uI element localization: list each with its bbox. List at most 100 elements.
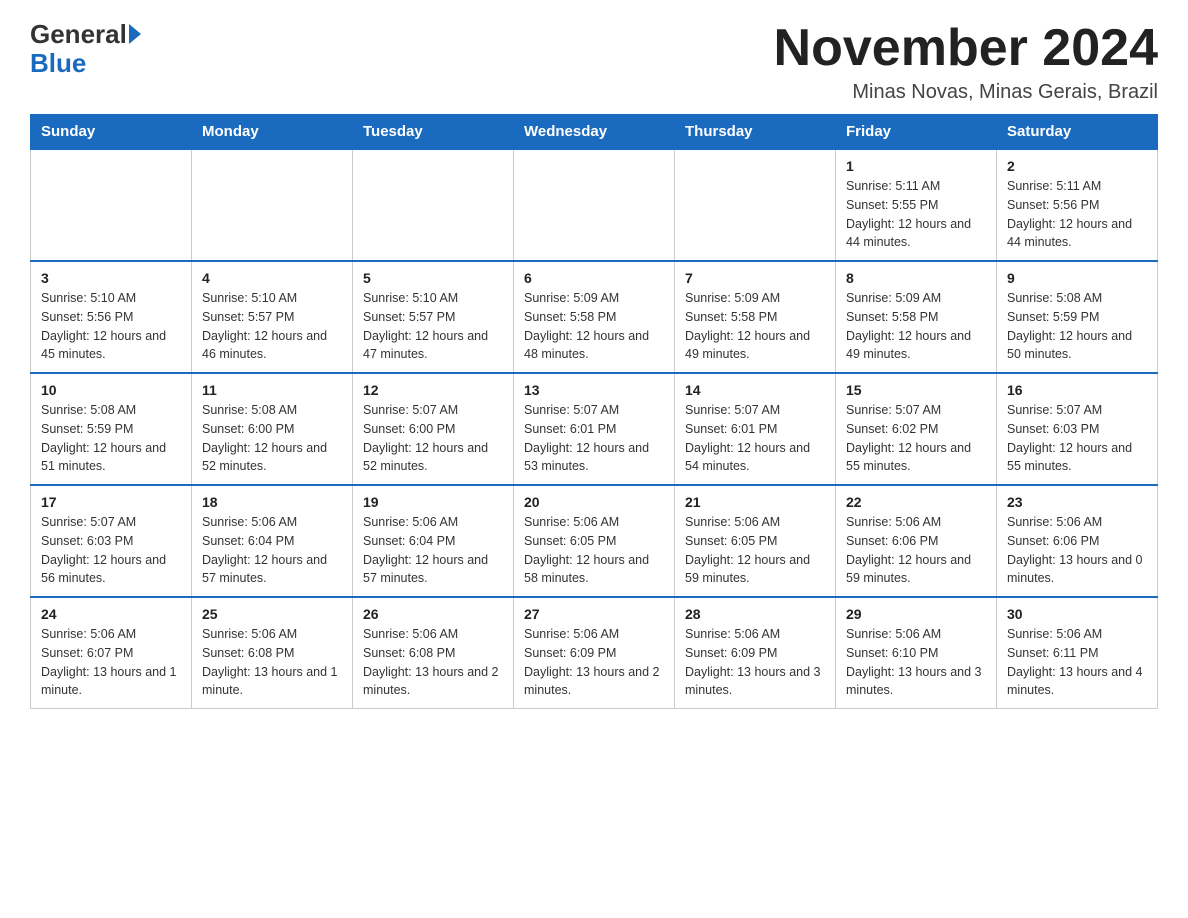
table-row: 24Sunrise: 5:06 AMSunset: 6:07 PMDayligh… [31, 597, 192, 709]
logo-blue: Blue [30, 48, 86, 78]
day-info: Sunrise: 5:11 AMSunset: 5:55 PMDaylight:… [846, 177, 986, 252]
table-row: 1Sunrise: 5:11 AMSunset: 5:55 PMDaylight… [836, 149, 997, 261]
day-number: 16 [1007, 382, 1147, 398]
table-row: 8 Sunrise: 5:09 AMSunset: 5:58 PMDaylight… [836, 261, 997, 373]
day-info: Sunrise: 5:10 AMSunset: 5:57 PMDaylight:… [202, 289, 342, 364]
calendar-week-row: 17 Sunrise: 5:07 AMSunset: 6:03 PMDayligh… [31, 485, 1158, 597]
day-info: Sunrise: 5:08 AMSunset: 5:59 PMDaylight:… [41, 401, 181, 476]
day-info: Sunrise: 5:10 AMSunset: 5:57 PMDaylight:… [363, 289, 503, 364]
table-row: 14 Sunrise: 5:07 AMSunset: 6:01 PMDayligh… [675, 373, 836, 485]
day-number: 15 [846, 382, 986, 398]
day-info: Sunrise: 5:07 AMSunset: 6:02 PMDaylight:… [846, 401, 986, 476]
table-row: 20Sunrise: 5:06 AMSunset: 6:05 PMDayligh… [514, 485, 675, 597]
day-info: Sunrise: 5:07 AMSunset: 6:00 PMDaylight:… [363, 401, 503, 476]
header-tuesday: Tuesday [353, 115, 514, 150]
day-number: 8 [846, 270, 986, 286]
table-row [192, 149, 353, 261]
table-row: 21 Sunrise: 5:06 AMSunset: 6:05 PMDayligh… [675, 485, 836, 597]
day-number: 4 [202, 270, 342, 286]
day-number: 29 [846, 606, 986, 622]
calendar-table: Sunday Monday Tuesday Wednesday Thursday… [30, 114, 1158, 709]
day-number: 11 [202, 382, 342, 398]
logo-text: General Blue [30, 20, 141, 77]
day-info: Sunrise: 5:10 AMSunset: 5:56 PMDaylight:… [41, 289, 181, 364]
title-area: November 2024 Minas Novas, Minas Gerais,… [774, 20, 1158, 104]
day-info: Sunrise: 5:06 AMSunset: 6:08 PMDaylight:… [202, 625, 342, 700]
day-number: 13 [524, 382, 664, 398]
day-info: Sunrise: 5:07 AMSunset: 6:03 PMDaylight:… [41, 513, 181, 588]
header-friday: Friday [836, 115, 997, 150]
table-row: 15 Sunrise: 5:07 AMSunset: 6:02 PMDayligh… [836, 373, 997, 485]
day-number: 6 [524, 270, 664, 286]
day-number: 9 [1007, 270, 1147, 286]
table-row: 6 Sunrise: 5:09 AMSunset: 5:58 PMDaylight… [514, 261, 675, 373]
day-number: 23 [1007, 494, 1147, 510]
day-number: 25 [202, 606, 342, 622]
table-row: 30 Sunrise: 5:06 AMSunset: 6:11 PMDayligh… [997, 597, 1158, 709]
table-row: 23 Sunrise: 5:06 AMSunset: 6:06 PMDayligh… [997, 485, 1158, 597]
day-info: Sunrise: 5:06 AMSunset: 6:04 PMDaylight:… [202, 513, 342, 588]
day-number: 12 [363, 382, 503, 398]
table-row: 3 Sunrise: 5:10 AMSunset: 5:56 PMDaylight… [31, 261, 192, 373]
table-row [675, 149, 836, 261]
logo-general: General [30, 19, 127, 49]
table-row: 17 Sunrise: 5:07 AMSunset: 6:03 PMDayligh… [31, 485, 192, 597]
weekday-header-row: Sunday Monday Tuesday Wednesday Thursday… [31, 115, 1158, 150]
table-row [353, 149, 514, 261]
page-subtitle: Minas Novas, Minas Gerais, Brazil [774, 81, 1158, 104]
day-number: 14 [685, 382, 825, 398]
header-saturday: Saturday [997, 115, 1158, 150]
day-info: Sunrise: 5:09 AMSunset: 5:58 PMDaylight:… [846, 289, 986, 364]
day-info: Sunrise: 5:06 AMSunset: 6:09 PMDaylight:… [685, 625, 825, 700]
table-row [31, 149, 192, 261]
table-row: 27 Sunrise: 5:06 AMSunset: 6:09 PMDayligh… [514, 597, 675, 709]
table-row: 22Sunrise: 5:06 AMSunset: 6:06 PMDayligh… [836, 485, 997, 597]
header-monday: Monday [192, 115, 353, 150]
table-row: 25 Sunrise: 5:06 AMSunset: 6:08 PMDayligh… [192, 597, 353, 709]
day-number: 17 [41, 494, 181, 510]
day-info: Sunrise: 5:09 AMSunset: 5:58 PMDaylight:… [524, 289, 664, 364]
day-info: Sunrise: 5:09 AMSunset: 5:58 PMDaylight:… [685, 289, 825, 364]
calendar-week-row: 10 Sunrise: 5:08 AMSunset: 5:59 PMDayligh… [31, 373, 1158, 485]
table-row: 28 Sunrise: 5:06 AMSunset: 6:09 PMDayligh… [675, 597, 836, 709]
day-info: Sunrise: 5:11 AMSunset: 5:56 PMDaylight:… [1007, 177, 1147, 252]
table-row: 4 Sunrise: 5:10 AMSunset: 5:57 PMDaylight… [192, 261, 353, 373]
table-row: 16 Sunrise: 5:07 AMSunset: 6:03 PMDayligh… [997, 373, 1158, 485]
logo: General Blue [30, 20, 141, 77]
day-number: 19 [363, 494, 503, 510]
logo-arrow-icon [129, 24, 141, 44]
day-info: Sunrise: 5:06 AMSunset: 6:06 PMDaylight:… [1007, 513, 1147, 588]
day-number: 3 [41, 270, 181, 286]
table-row: 7 Sunrise: 5:09 AMSunset: 5:58 PMDaylight… [675, 261, 836, 373]
calendar-week-row: 24Sunrise: 5:06 AMSunset: 6:07 PMDayligh… [31, 597, 1158, 709]
table-row: 5Sunrise: 5:10 AMSunset: 5:57 PMDaylight… [353, 261, 514, 373]
page-header: General Blue November 2024 Minas Novas, … [30, 20, 1158, 104]
day-number: 7 [685, 270, 825, 286]
day-number: 26 [363, 606, 503, 622]
header-wednesday: Wednesday [514, 115, 675, 150]
table-row: 26 Sunrise: 5:06 AMSunset: 6:08 PMDayligh… [353, 597, 514, 709]
day-number: 27 [524, 606, 664, 622]
table-row: 2 Sunrise: 5:11 AMSunset: 5:56 PMDaylight… [997, 149, 1158, 261]
calendar-week-row: 3 Sunrise: 5:10 AMSunset: 5:56 PMDaylight… [31, 261, 1158, 373]
day-info: Sunrise: 5:07 AMSunset: 6:03 PMDaylight:… [1007, 401, 1147, 476]
day-info: Sunrise: 5:06 AMSunset: 6:05 PMDaylight:… [685, 513, 825, 588]
day-info: Sunrise: 5:07 AMSunset: 6:01 PMDaylight:… [524, 401, 664, 476]
day-number: 21 [685, 494, 825, 510]
table-row [514, 149, 675, 261]
day-info: Sunrise: 5:07 AMSunset: 6:01 PMDaylight:… [685, 401, 825, 476]
day-number: 28 [685, 606, 825, 622]
calendar-week-row: 1Sunrise: 5:11 AMSunset: 5:55 PMDaylight… [31, 149, 1158, 261]
day-info: Sunrise: 5:06 AMSunset: 6:04 PMDaylight:… [363, 513, 503, 588]
day-number: 30 [1007, 606, 1147, 622]
header-sunday: Sunday [31, 115, 192, 150]
day-number: 20 [524, 494, 664, 510]
day-info: Sunrise: 5:06 AMSunset: 6:11 PMDaylight:… [1007, 625, 1147, 700]
day-info: Sunrise: 5:06 AMSunset: 6:08 PMDaylight:… [363, 625, 503, 700]
day-number: 24 [41, 606, 181, 622]
day-number: 2 [1007, 158, 1147, 174]
day-number: 10 [41, 382, 181, 398]
day-info: Sunrise: 5:08 AMSunset: 6:00 PMDaylight:… [202, 401, 342, 476]
table-row: 18Sunrise: 5:06 AMSunset: 6:04 PMDayligh… [192, 485, 353, 597]
day-info: Sunrise: 5:06 AMSunset: 6:09 PMDaylight:… [524, 625, 664, 700]
